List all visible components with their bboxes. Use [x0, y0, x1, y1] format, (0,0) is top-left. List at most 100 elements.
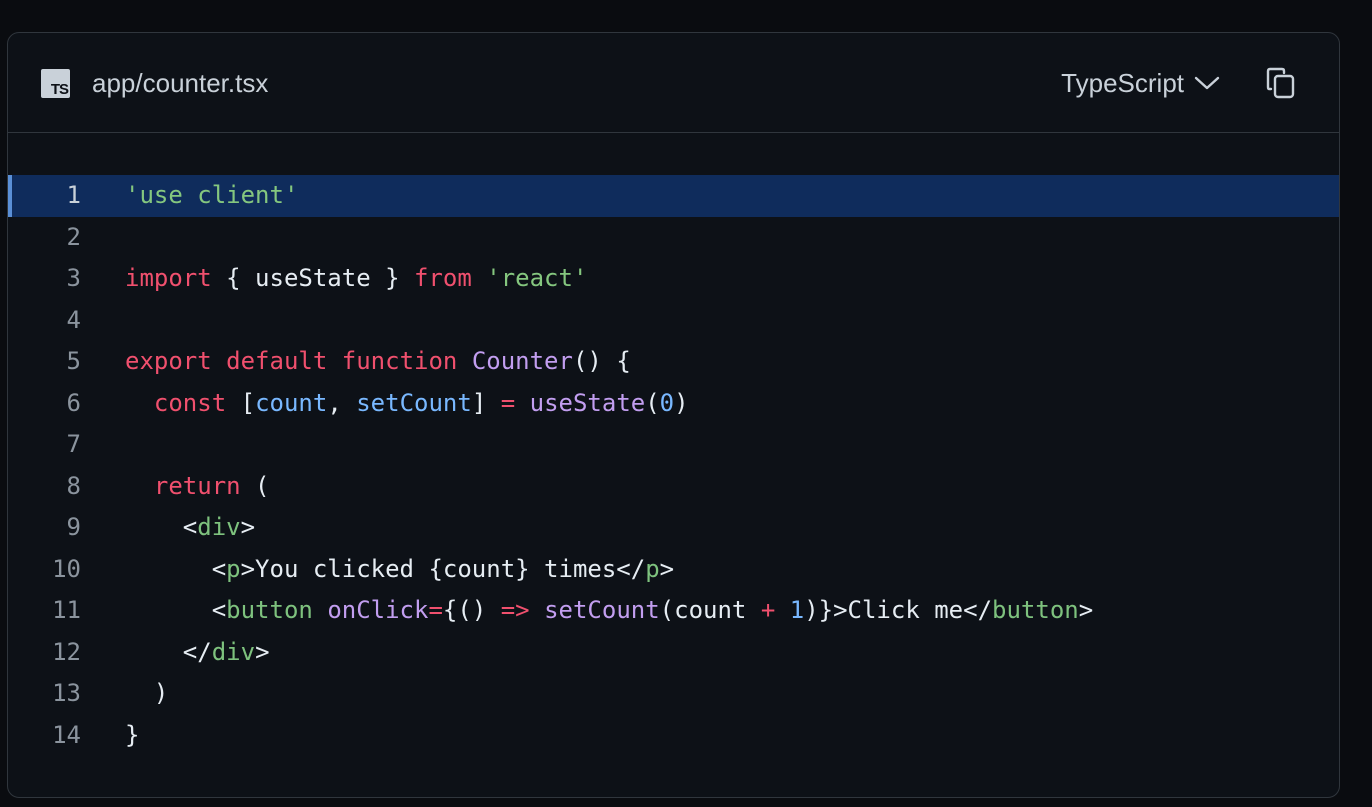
code-token: < [125, 596, 227, 624]
code-token: from [414, 264, 472, 292]
code-token: = [428, 596, 443, 624]
code-token: onClick [327, 596, 429, 624]
code-token: ] [471, 388, 501, 417]
line-number: 10 [52, 554, 81, 583]
code-token: = [500, 388, 516, 417]
code-token: count [255, 388, 328, 417]
line-source: return ( [125, 466, 270, 508]
code-token: ( [645, 388, 660, 417]
code-token: < [125, 513, 198, 541]
code-line: 2 [8, 217, 1339, 259]
code-token: > [1078, 596, 1094, 624]
line-source: 'use client' [125, 175, 298, 217]
code-token: default [226, 347, 328, 375]
line-number: 9 [66, 513, 81, 541]
code-token: const [153, 388, 227, 417]
code-token: div [197, 513, 241, 541]
code-token: export [125, 347, 212, 375]
line-number: 7 [66, 430, 81, 458]
code-token: setCount [544, 596, 660, 624]
line-source: </div> [125, 632, 270, 674]
code-token: 'react' [486, 264, 588, 292]
copy-icon[interactable] [1265, 66, 1299, 100]
code-token: button [226, 596, 313, 624]
code-line: 8 return ( [8, 466, 1339, 508]
line-source: import { useState } from 'react' [125, 258, 587, 300]
code-token: Counter [471, 347, 573, 375]
line-source: <div> [125, 507, 255, 549]
code-token: div [211, 637, 256, 666]
line-source: <p>You clicked {count} times</p> [125, 549, 674, 591]
line-source: } [125, 715, 139, 757]
code-line: 11 <button onClick={() => setCount(count… [8, 590, 1339, 632]
code-line: 6 const [count, setCount] = useState(0) [8, 383, 1339, 425]
code-line: 1 'use client' [8, 175, 1339, 217]
line-number: 12 [52, 637, 81, 666]
line-source: ) [125, 673, 168, 715]
line-number: 2 [66, 222, 81, 251]
code-token: + [760, 596, 776, 624]
language-select[interactable]: TypeScript [1061, 66, 1220, 100]
code-token: > [255, 637, 270, 666]
code-token: 'use client' [125, 181, 299, 209]
code-line: 13 ) [8, 673, 1339, 715]
code-token: return [153, 471, 241, 500]
code-token: useState [529, 388, 646, 417]
code-token: } [125, 720, 140, 749]
code-line: 12 </div> [8, 632, 1339, 674]
chevron-down-icon [1194, 76, 1220, 90]
filename: app/counter.tsx [92, 68, 269, 98]
code-token: > [659, 554, 675, 583]
code-token: {() [442, 596, 501, 624]
line-source: const [count, setCount] = useState(0) [125, 383, 689, 425]
code-line: 10 <p>You clicked {count} times</p> [8, 549, 1339, 591]
typescript-file-icon: TS [41, 69, 70, 98]
code-block: TS app/counter.tsx TypeScript 1 'use clie… [7, 32, 1340, 798]
code-token: { useState } [211, 264, 414, 292]
code-token: >You clicked {count} times</ [240, 554, 646, 583]
code-token: import [125, 264, 212, 292]
code-token: ) [674, 388, 689, 417]
line-number: 3 [66, 264, 81, 292]
code-token: , [327, 388, 357, 417]
line-source: export default function Counter() { [125, 341, 631, 383]
code-body: 1 'use client' 2 3 import { useState } from … [8, 175, 1339, 756]
code-token: ) [125, 679, 169, 707]
code-line: 9 <div> [8, 507, 1339, 549]
code-token: p [645, 554, 660, 583]
language-label: TypeScript [1061, 68, 1184, 98]
code-line: 4 [8, 300, 1339, 342]
line-source: <button onClick={() => setCount(count + … [125, 590, 1094, 632]
line-number: 4 [66, 305, 81, 334]
code-line: 14} [8, 715, 1339, 757]
code-token: p [226, 554, 241, 583]
code-token: < [125, 554, 227, 583]
code-token: setCount [356, 388, 472, 417]
code-token: </ [125, 637, 212, 666]
code-line: 5 export default function Counter() { [8, 341, 1339, 383]
code-token: )}>Click me</ [804, 596, 993, 624]
code-token: ( [240, 471, 270, 500]
code-token: 1 [789, 596, 805, 624]
code-line: 7 [8, 424, 1339, 466]
code-token: () { [572, 347, 631, 375]
code-token: => [500, 596, 530, 624]
code-block-header: TS app/counter.tsx TypeScript [8, 33, 1339, 133]
code-token: > [240, 513, 256, 541]
line-number: 5 [66, 347, 81, 375]
line-number: 14 [52, 720, 81, 749]
line-number: 13 [52, 679, 81, 707]
line-number: 1 [66, 181, 81, 209]
line-number: 8 [66, 471, 81, 500]
code-token: (count [659, 596, 761, 624]
code-line: 3 import { useState } from 'react' [8, 258, 1339, 300]
